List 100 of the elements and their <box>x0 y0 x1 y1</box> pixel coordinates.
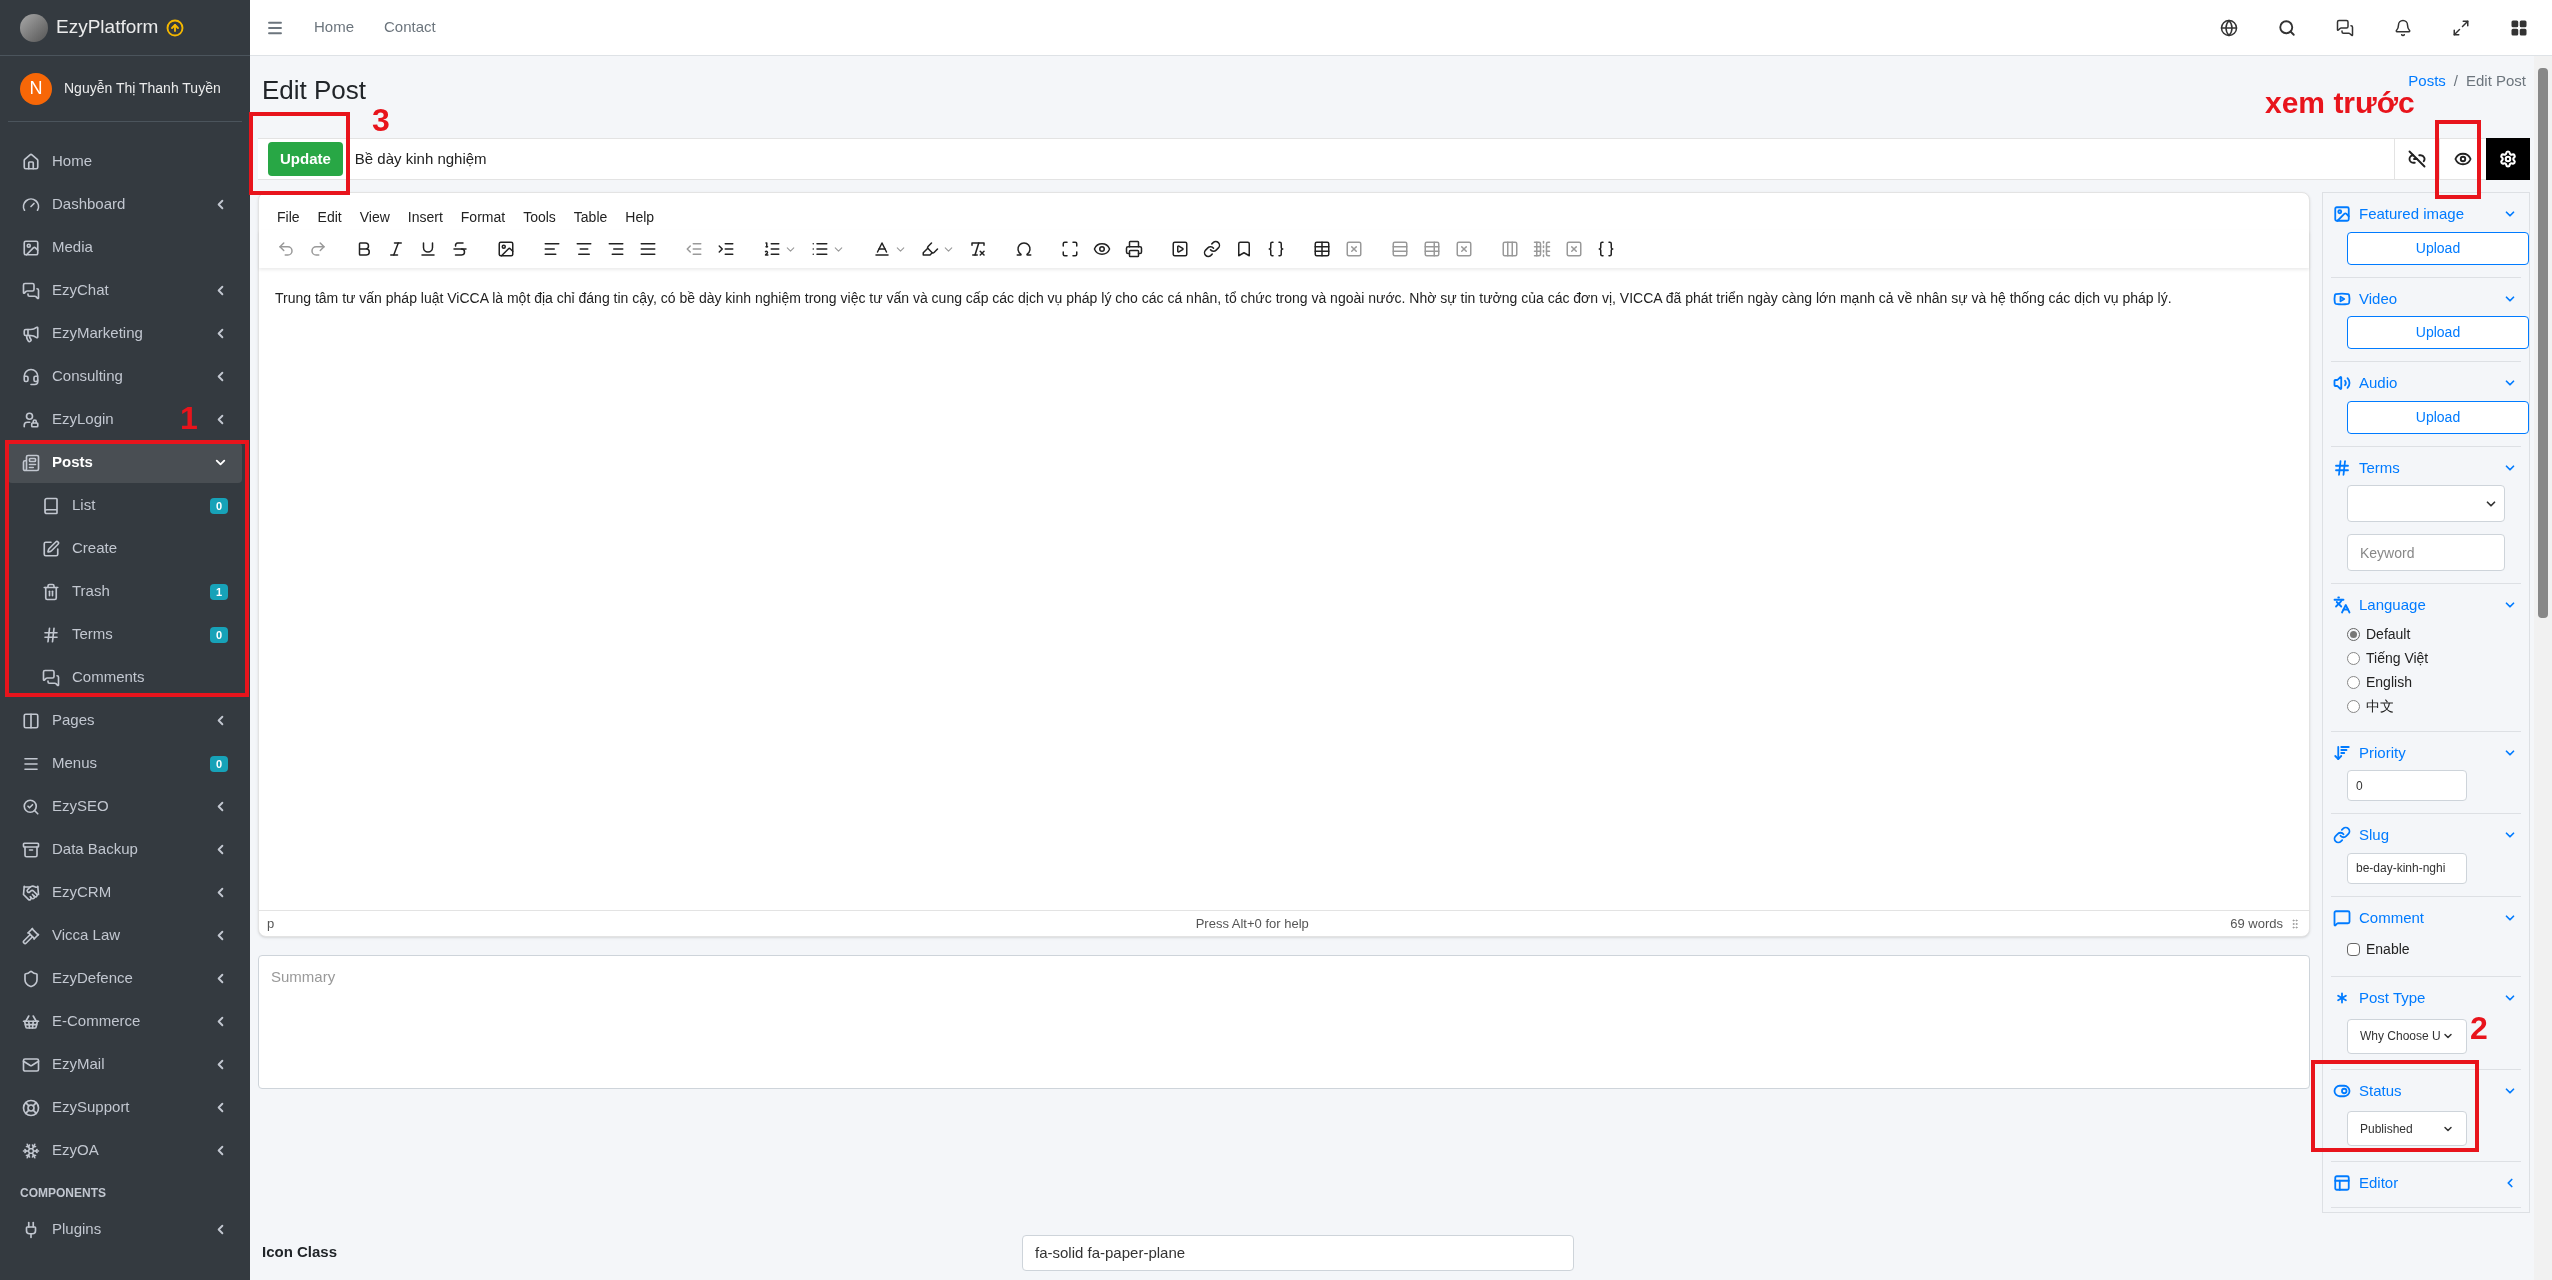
toolbar-button[interactable] <box>921 240 955 258</box>
expand-icon[interactable] <box>2452 18 2470 37</box>
menu-item[interactable]: Tools <box>517 205 562 230</box>
menu-item[interactable]: View <box>353 205 396 230</box>
menu-item[interactable]: Insert <box>401 205 449 230</box>
sidebar-item[interactable]: EzyMarketing <box>52 322 143 345</box>
sidebar-item[interactable]: Menus <box>52 752 98 775</box>
toolbar-button[interactable] <box>543 240 561 258</box>
toolbar-button[interactable] <box>1203 240 1221 258</box>
section-header[interactable]: Post Type <box>2331 987 2521 1010</box>
section-header[interactable]: Status <box>2331 1079 2521 1102</box>
toolbar-button[interactable] <box>763 240 797 258</box>
section-header[interactable]: Video <box>2331 287 2521 310</box>
sidebar-item[interactable]: Dashboard <box>52 193 126 216</box>
toolbar-button[interactable] <box>1061 240 1079 258</box>
toolbar-button[interactable] <box>717 240 735 258</box>
toolbar-button[interactable] <box>607 240 625 258</box>
upload-button[interactable]: Upload <box>2347 400 2529 434</box>
section-header[interactable]: Featured image <box>2331 203 2521 226</box>
sidebar-subitem[interactable]: Create <box>72 537 118 560</box>
section-header[interactable]: Priority <box>2331 741 2521 764</box>
editor-text[interactable]: Trung tâm tư vấn pháp luật ViCCA là một địa chỉ đáng tin cậy, có bề dày kinh nghiệm trong việc tư vấn và cung cấp các dịch vụ pháp lý cho các cá nhân, tổ chức trong và ngoài nước. Nhờ sự tin tưởng của các đơn vị, VICCA đã phát triển ngày càng lớn mạnh cả về nhân sự và hệ thống các dịch vụ pháp lý. <box>259 268 2309 910</box>
section-header[interactable]: Language <box>2331 594 2521 617</box>
sidebar-subitem[interactable]: List <box>72 494 96 517</box>
section-header[interactable]: Slug <box>2331 824 2521 847</box>
sidebar-item[interactable]: Plugins <box>52 1218 102 1241</box>
toolbar-button[interactable] <box>1267 240 1285 258</box>
preview-button[interactable] <box>2440 138 2486 180</box>
toolbar-button[interactable] <box>1235 240 1253 258</box>
search-icon[interactable] <box>2278 18 2296 37</box>
sidebar-item[interactable]: EzyChat <box>52 279 109 302</box>
toolbar-button[interactable] <box>1093 240 1111 258</box>
nav-link[interactable]: Contact <box>384 16 436 39</box>
checkbox[interactable] <box>2347 943 2360 956</box>
sidebar-item[interactable]: Pages <box>52 709 95 732</box>
sidebar-item[interactable]: E-Commerce <box>52 1010 141 1033</box>
globe-icon[interactable] <box>2220 18 2238 37</box>
sidebar-item[interactable]: EzyDefence <box>52 967 133 990</box>
toolbar-button[interactable] <box>639 240 657 258</box>
nav-link[interactable]: Home <box>314 16 354 39</box>
scrollbar[interactable] <box>2534 56 2552 1280</box>
text-field[interactable]: be-day-kinh-nghi <box>2347 852 2467 884</box>
sidebar-item[interactable]: EzyMail <box>52 1053 105 1076</box>
sidebar-item[interactable]: Data Backup <box>52 838 138 861</box>
section-header[interactable]: Editor <box>2331 1172 2521 1195</box>
settings-button[interactable] <box>2486 138 2530 180</box>
sidebar-item[interactable]: EzySupport <box>52 1096 130 1119</box>
toolbar-button[interactable] <box>575 240 593 258</box>
radio-button[interactable] <box>2347 676 2360 689</box>
sidebar-item[interactable]: Home <box>52 150 92 173</box>
toolbar-button[interactable] <box>1313 240 1331 258</box>
sidebar-item[interactable]: EzyCRM <box>52 881 112 904</box>
sidebar-subitem[interactable]: Terms <box>72 623 113 646</box>
toolbar-button[interactable] <box>873 240 907 258</box>
toolbar-button[interactable] <box>811 240 845 258</box>
toolbar-button[interactable] <box>387 240 405 258</box>
sidebar-item[interactable]: Media <box>52 236 93 259</box>
menu-item[interactable]: Format <box>454 205 512 230</box>
toolbar-button[interactable] <box>419 240 437 258</box>
grid-icon[interactable] <box>2510 18 2528 37</box>
upload-button[interactable]: Upload <box>2347 231 2529 265</box>
text-field[interactable]: 0 <box>2347 770 2467 801</box>
dropdown-select[interactable]: Why Choose U <box>2347 1018 2467 1054</box>
sidebar-item[interactable]: EzySEO <box>52 795 109 818</box>
menu-item[interactable]: Edit <box>311 205 348 230</box>
toolbar-button[interactable] <box>497 240 515 258</box>
section-header[interactable]: Comment <box>2331 906 2521 929</box>
user-name[interactable]: Nguyễn Thị Thanh Tuyền <box>64 78 221 99</box>
upload-button[interactable]: Upload <box>2347 316 2529 349</box>
section-header[interactable]: Audio <box>2331 372 2521 395</box>
toolbar-button[interactable] <box>1015 240 1033 258</box>
bell-icon[interactable] <box>2394 18 2412 37</box>
section-header[interactable]: Terms <box>2331 456 2521 479</box>
sidebar-subitem[interactable]: Trash <box>72 580 110 603</box>
keyword-field[interactable]: Keyword <box>2347 534 2505 571</box>
chat-icon[interactable] <box>2336 18 2354 37</box>
toolbar-button[interactable] <box>1597 240 1615 258</box>
unlink-button[interactable] <box>2394 138 2440 180</box>
toolbar-button[interactable] <box>451 240 469 258</box>
breadcrumb-link[interactable]: Posts <box>2408 72 2446 90</box>
table-delete-icon <box>1345 240 1363 258</box>
radio-button[interactable] <box>2347 652 2360 665</box>
dropdown-select[interactable]: Published <box>2347 1111 2467 1146</box>
toolbar-button[interactable] <box>1171 240 1189 258</box>
radio-button[interactable] <box>2347 700 2360 713</box>
resize-handle-icon[interactable] <box>2289 917 2301 930</box>
sidebar-item[interactable]: Vicca Law <box>52 924 121 947</box>
sidebar-subitem[interactable]: Comments <box>72 666 145 689</box>
toolbar-button[interactable] <box>969 240 987 258</box>
summary-field[interactable]: Summary <box>258 955 2310 1089</box>
icon-class-field[interactable]: fa-solid fa-paper-plane <box>1022 1234 1574 1271</box>
menu-item[interactable]: Table <box>567 205 614 230</box>
sidebar-item[interactable]: Consulting <box>52 365 123 388</box>
title-field[interactable]: Bề dày kinh nghiệm <box>344 138 2394 180</box>
sidebar-item[interactable]: EzyLogin <box>52 408 114 431</box>
sidebar-item[interactable]: EzyOA <box>52 1139 99 1162</box>
toolbar-button[interactable] <box>1125 240 1143 258</box>
menu-item[interactable]: File <box>271 205 306 230</box>
sidebar-item[interactable]: Posts <box>52 451 93 474</box>
menu-item[interactable]: Help <box>619 205 661 230</box>
